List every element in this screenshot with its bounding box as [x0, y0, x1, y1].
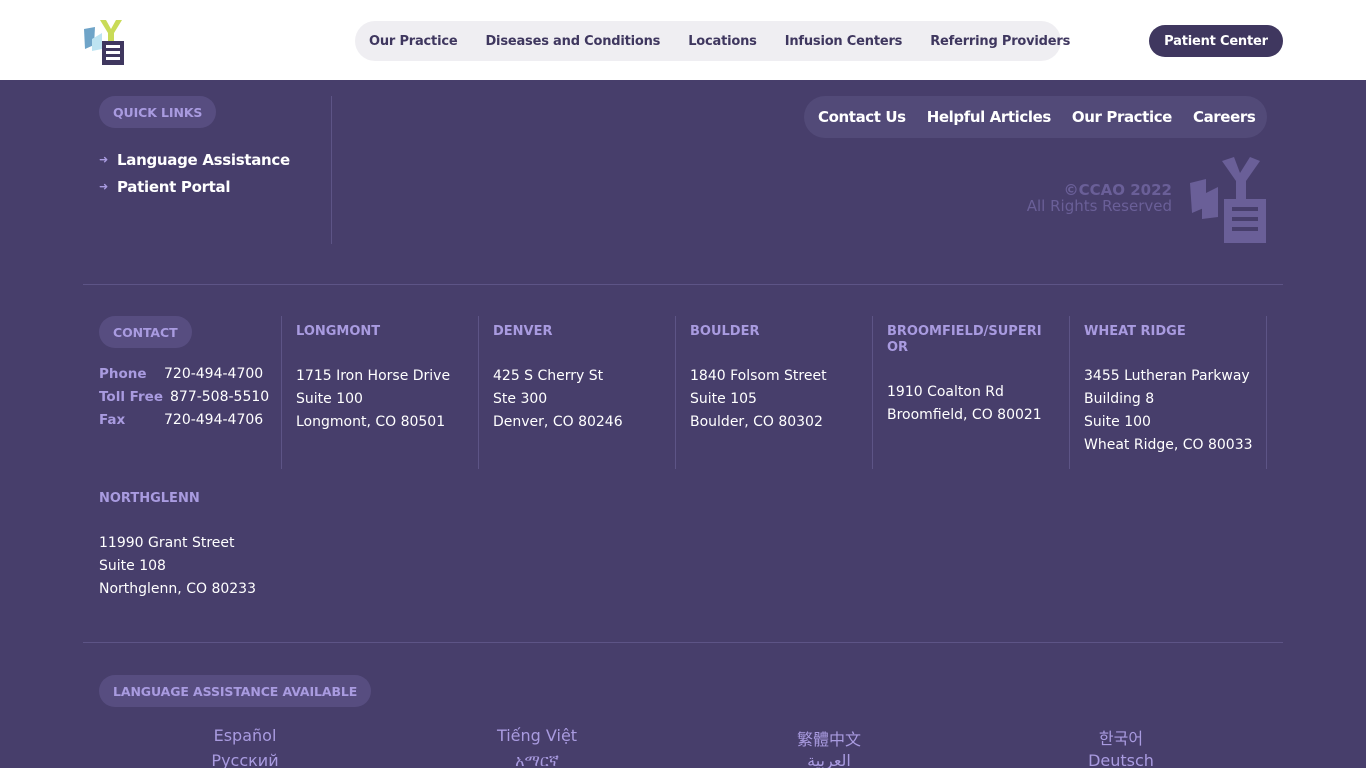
column-divider — [675, 316, 676, 469]
quick-link-language-assistance[interactable]: ➜ Language Assistance — [99, 146, 290, 173]
location-denver: DENVER 425 S Cherry St Ste 300 Denver, C… — [493, 324, 663, 434]
contact-row-phone: Phone 720-494-4700 — [99, 362, 269, 385]
copyright: ©CCAO 2022 All Rights Reserved — [1027, 182, 1172, 214]
site-header: Our Practice Diseases and Conditions Loc… — [0, 0, 1366, 80]
arrow-right-icon: ➜ — [99, 181, 109, 193]
nav-diseases-and-conditions[interactable]: Diseases and Conditions — [485, 34, 660, 49]
ccao-logo[interactable] — [82, 15, 130, 67]
copyright-line: ©CCAO 2022 — [1063, 181, 1172, 199]
column-divider — [281, 316, 282, 469]
column-divider — [872, 316, 873, 469]
language-link-chinese[interactable]: 繁體中文 — [797, 726, 861, 750]
address-line: Ste 300 — [493, 391, 548, 407]
nav-our-practice[interactable]: Our Practice — [369, 34, 458, 49]
quick-links-label: QUICK LINKS — [99, 96, 217, 128]
address-line: 1840 Folsom Street — [690, 368, 827, 384]
patient-center-button[interactable]: Patient Center — [1149, 25, 1283, 57]
section-divider — [83, 642, 1283, 643]
language-link-vietnamese[interactable]: Tiếng Việt — [497, 726, 577, 745]
location-broomfield-superior: BROOMFIELD/SUPERIOR 1910 Coalton Rd Broo… — [887, 324, 1052, 427]
language-link-spanish[interactable]: Español — [214, 726, 277, 745]
contact-label: CONTACT — [99, 316, 192, 348]
contact-key: Fax — [99, 411, 126, 428]
location-boulder: BOULDER 1840 Folsom Street Suite 105 Bou… — [690, 324, 860, 434]
address-line: Suite 108 — [99, 558, 166, 574]
contact-key: Toll Free — [99, 388, 163, 405]
quick-link-patient-portal[interactable]: ➜ Patient Portal — [99, 173, 290, 200]
address-line: Northglenn, CO 80233 — [99, 581, 256, 597]
quick-links-list: ➜ Language Assistance ➜ Patient Portal — [99, 146, 290, 200]
nav-locations[interactable]: Locations — [688, 34, 757, 49]
address-line: Wheat Ridge, CO 80033 — [1084, 437, 1253, 453]
contact-key: Phone — [99, 365, 147, 382]
fax-number: 720-494-4706 — [164, 411, 264, 428]
quick-link-label: Patient Portal — [117, 177, 231, 196]
location-title: BOULDER — [690, 324, 760, 339]
language-link-arabic[interactable]: العربية — [807, 751, 851, 768]
location-title: BROOMFIELD/SUPERIOR — [887, 324, 1042, 355]
address-line: 1715 Iron Horse Drive — [296, 368, 451, 384]
toll-free-number[interactable]: 877-508-5510 — [170, 389, 269, 405]
phone-number[interactable]: 720-494-4700 — [164, 366, 263, 382]
column-divider — [478, 316, 479, 469]
location-northglenn: NORTHGLENN 11990 Grant Street Suite 108 … — [99, 491, 269, 601]
section-divider — [83, 284, 1283, 285]
address-line: 425 S Cherry St — [493, 368, 604, 384]
footer-link-contact-us[interactable]: Contact Us — [818, 108, 906, 126]
contact-row-toll-free: Toll Free 877-508-5510 — [99, 385, 269, 408]
language-link-german[interactable]: Deutsch — [1088, 751, 1154, 768]
footer-link-our-practice[interactable]: Our Practice — [1072, 108, 1172, 126]
contact-table: Phone 720-494-4700 Toll Free 877-508-551… — [99, 362, 269, 431]
address-line: 11990 Grant Street — [99, 535, 235, 551]
address-line: Building 8 — [1084, 391, 1155, 407]
language-link-korean[interactable]: 한국어 — [1099, 725, 1143, 749]
address-line: 3455 Lutheran Parkway — [1084, 368, 1250, 384]
language-link-amharic[interactable]: አማርኛ — [515, 751, 559, 768]
location-title: DENVER — [493, 324, 553, 339]
divider — [331, 96, 332, 244]
contact-row-fax: Fax 720-494-4706 — [99, 408, 269, 431]
address-line: Denver, CO 80246 — [493, 414, 623, 430]
address-line: Broomfield, CO 80021 — [887, 407, 1042, 423]
arrow-right-icon: ➜ — [99, 154, 109, 166]
location-longmont: LONGMONT 1715 Iron Horse Drive Suite 100… — [296, 324, 466, 434]
language-assistance-label: LANGUAGE ASSISTANCE AVAILABLE — [99, 675, 372, 707]
location-wheat-ridge: WHEAT RIDGE 3455 Lutheran Parkway Buildi… — [1084, 324, 1254, 457]
address-line: Suite 105 — [690, 391, 757, 407]
footer-link-helpful-articles[interactable]: Helpful Articles — [927, 108, 1052, 126]
footer-links: Contact Us Helpful Articles Our Practice… — [804, 96, 1267, 138]
nav-referring-providers[interactable]: Referring Providers — [930, 34, 1070, 49]
location-title: LONGMONT — [296, 324, 381, 339]
column-divider — [1069, 316, 1070, 469]
footer-link-careers[interactable]: Careers — [1193, 108, 1256, 126]
address-line: Suite 100 — [1084, 414, 1151, 430]
address-line: Longmont, CO 80501 — [296, 414, 446, 430]
rights-line: All Rights Reserved — [1026, 197, 1172, 215]
footer-logo — [1188, 155, 1268, 245]
location-title: WHEAT RIDGE — [1084, 324, 1186, 339]
main-nav: Our Practice Diseases and Conditions Loc… — [355, 21, 1070, 61]
address-line: Suite 100 — [296, 391, 363, 407]
address-line: Boulder, CO 80302 — [690, 414, 823, 430]
nav-infusion-centers[interactable]: Infusion Centers — [785, 34, 903, 49]
column-divider — [1266, 316, 1267, 469]
location-title: NORTHGLENN — [99, 491, 200, 506]
quick-link-label: Language Assistance — [117, 150, 290, 169]
language-link-russian[interactable]: Русский — [211, 751, 278, 768]
address-line: 1910 Coalton Rd — [887, 384, 1004, 400]
